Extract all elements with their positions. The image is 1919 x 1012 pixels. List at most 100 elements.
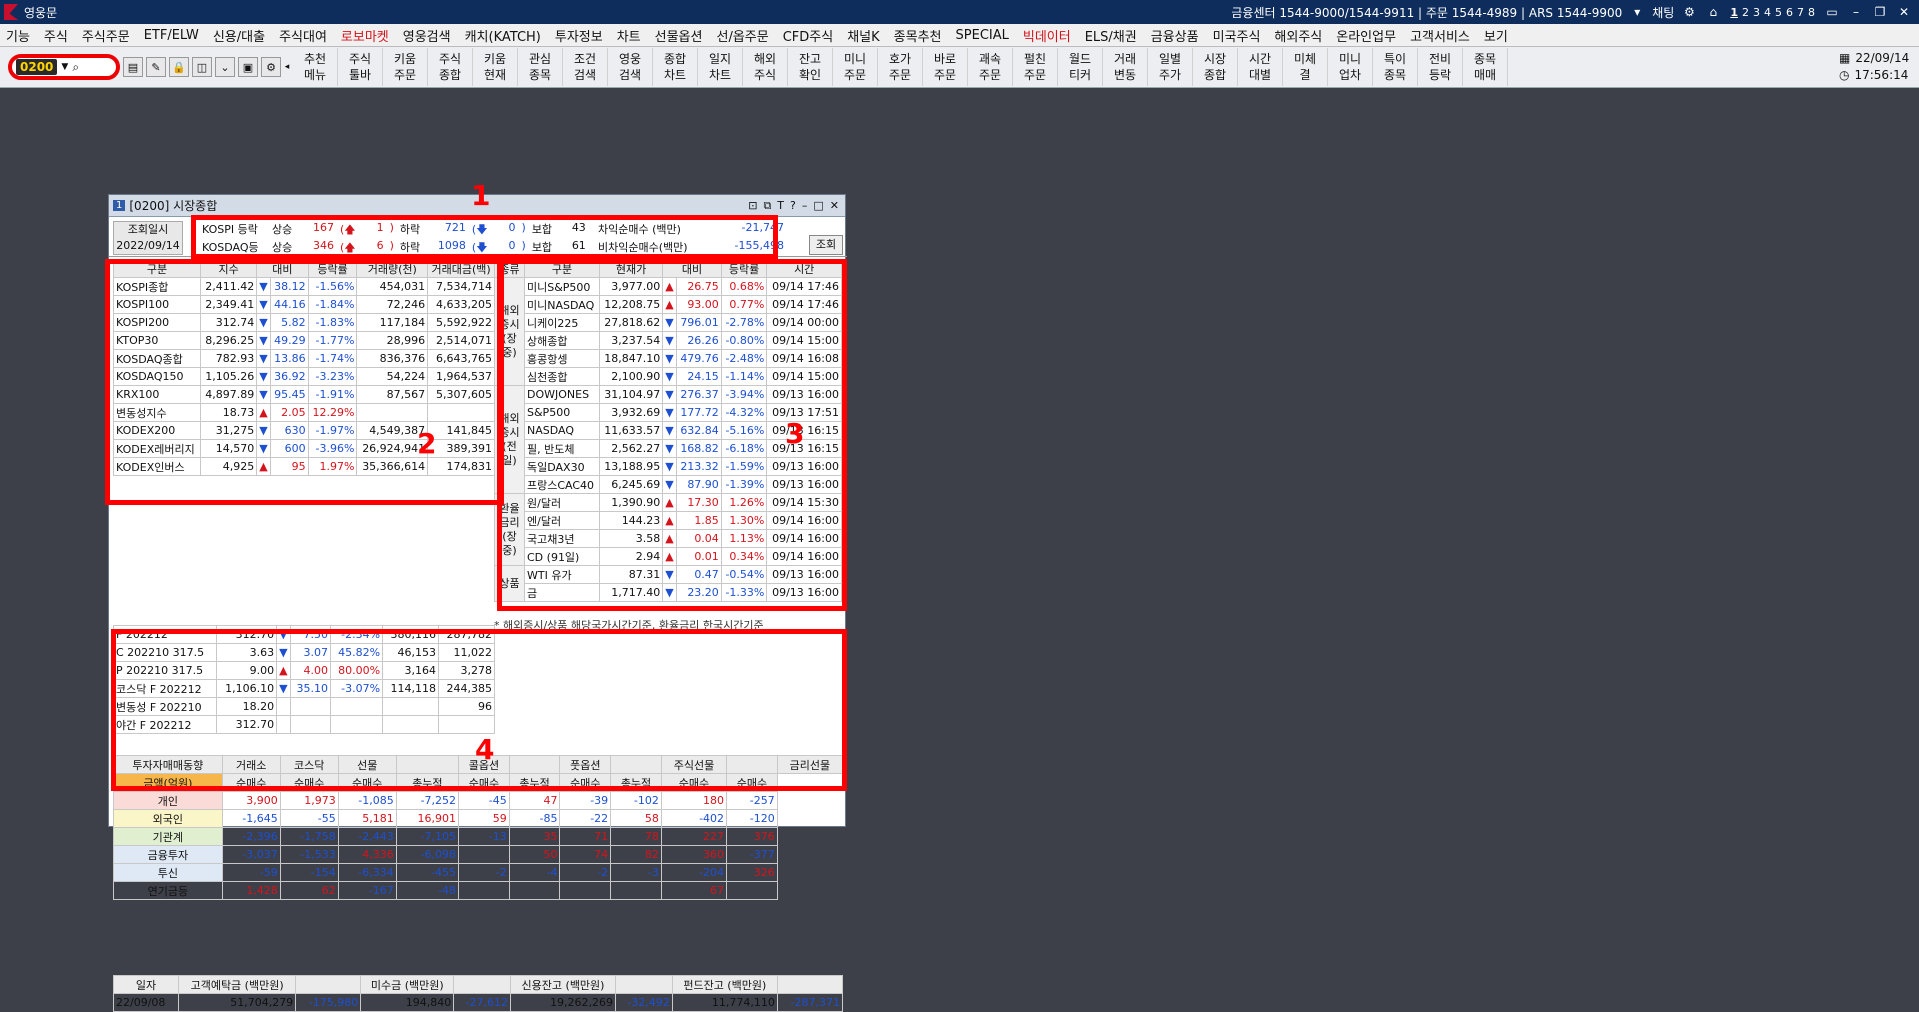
menu-item-16[interactable]: SPECIAL (956, 28, 1009, 43)
page-tab-2[interactable]: 2 (1742, 6, 1749, 19)
toolbar-button-10[interactable]: 해외 주식 (743, 48, 788, 86)
toolbar-button-0[interactable]: 추천 메뉴 (293, 48, 338, 86)
gear-icon[interactable]: ⚙ (261, 57, 281, 77)
menu-item-13[interactable]: CFD주식 (783, 26, 834, 45)
menu-item-0[interactable]: 기능 (6, 26, 30, 45)
layout-icon[interactable]: ◫ (192, 57, 212, 77)
menu-item-18[interactable]: ELS/채권 (1085, 26, 1137, 45)
table-row[interactable]: 22/09/08 51,704,279 -175,980 194,840 -27,612… (112, 993, 844, 1012)
toolbar-button-6[interactable]: 조건 검색 (563, 48, 608, 86)
dropdown-icon[interactable]: ⌄ (215, 57, 235, 77)
menu-item-24[interactable]: 보기 (1484, 26, 1508, 45)
toolbar-button-4[interactable]: 키움 현재 (473, 48, 518, 86)
table-row[interactable]: 개인 3,900 1,973 -1,085 -7,252 -45 47 -39 -102 180-… (113, 791, 843, 810)
toolbar-button-14[interactable]: 바로 주문 (923, 48, 968, 86)
page-tab-4[interactable]: 4 (1764, 6, 1771, 19)
screen-page-tabs[interactable]: 12345678 (1728, 6, 1817, 19)
menu-item-3[interactable]: ETF/ELW (144, 28, 199, 43)
table-row[interactable]: 연기금등 1,428 62 -167 -48 67 (113, 881, 843, 900)
link-icon[interactable]: ⊡ (748, 199, 757, 213)
menu-item-12[interactable]: 선/옵주문 (716, 26, 768, 45)
toolbar-button-9[interactable]: 일지 차트 (698, 48, 743, 86)
menu-item-4[interactable]: 신용/대출 (213, 26, 265, 45)
table-row[interactable]: 투신 -59 -154 -6,334 -455 -2 -4 -2 -3 -204 326 (113, 863, 843, 882)
toolbar-button-21[interactable]: 시간 대별 (1238, 48, 1283, 86)
window-minimize-icon[interactable]: – (802, 199, 808, 213)
menu-item-17[interactable]: 빅데이터 (1023, 26, 1071, 45)
menu-item-7[interactable]: 영웅검색 (403, 26, 451, 45)
menu-item-23[interactable]: 고객서비스 (1410, 26, 1470, 45)
menu-item-1[interactable]: 주식 (44, 26, 68, 45)
toolbar-button-17[interactable]: 월드 티커 (1058, 48, 1103, 86)
toolbar-button-23[interactable]: 미니 업차 (1328, 48, 1373, 86)
toolbar-button-1[interactable]: 주식 툴바 (338, 48, 383, 86)
contact-dropdown-icon[interactable]: ▾ (1628, 5, 1646, 19)
toolbar-button-11[interactable]: 잔고 확인 (788, 48, 833, 86)
menu-item-20[interactable]: 미국주식 (1213, 26, 1261, 45)
close-icon[interactable]: ✕ (1895, 5, 1913, 19)
page-tab-1[interactable]: 1 (1730, 6, 1738, 19)
label-line-1: 특이 (1383, 52, 1407, 66)
restore-icon[interactable]: ❐ (1871, 5, 1889, 19)
search-icon[interactable]: ⌕ (72, 60, 79, 75)
screen-icon[interactable]: ▣ (238, 57, 258, 77)
table-row[interactable]: 기관계 -2,396 -1,758 -2,443 -7,105 -13 35 71 78 227 3… (113, 827, 843, 846)
window-close-icon[interactable]: ✕ (830, 199, 839, 213)
table-row[interactable]: 외국인 -1,645 -55 5,181 16,901 59 -85 -22 58 -402 -12… (113, 809, 843, 828)
menu-item-14[interactable]: 채널K (847, 26, 879, 45)
copy-icon[interactable]: ⧉ (763, 199, 771, 213)
toolbar-button-3[interactable]: 주식 종합 (428, 48, 473, 86)
monitor-icon[interactable]: ▭ (1823, 5, 1841, 19)
lock-icon[interactable]: 🔒 (169, 57, 189, 77)
chat-button[interactable]: 채팅 (1652, 4, 1674, 21)
menu-item-22[interactable]: 온라인업무 (1336, 26, 1396, 45)
deposit-cell: -27,612 (453, 993, 511, 1012)
investor-cell[interactable]: 연기금등 (113, 881, 223, 900)
menu-item-21[interactable]: 해외주식 (1274, 26, 1322, 45)
help-icon[interactable]: ? (790, 199, 796, 213)
toolbar-button-2[interactable]: 키움 주문 (383, 48, 428, 86)
toolbar-button-18[interactable]: 거래 변동 (1103, 48, 1148, 86)
toolbar-button-15[interactable]: 괘속 주문 (968, 48, 1013, 86)
toolbar-button-13[interactable]: 호가 주문 (878, 48, 923, 86)
page-tab-3[interactable]: 3 (1753, 6, 1760, 19)
toolbar-button-7[interactable]: 영웅 검색 (608, 48, 653, 86)
menu-item-9[interactable]: 투자정보 (555, 26, 603, 45)
screen-code-box[interactable]: 0200 ▼ ⌕ (8, 54, 120, 80)
menu-item-10[interactable]: 차트 (617, 26, 641, 45)
menu-item-11[interactable]: 선물옵션 (655, 26, 703, 45)
toolbar-button-25[interactable]: 전비 등락 (1418, 48, 1463, 86)
toolbar-button-16[interactable]: 펄친 주문 (1013, 48, 1058, 86)
toolbar-button-8[interactable]: 종합 차트 (653, 48, 698, 86)
page-tab-6[interactable]: 6 (1786, 6, 1793, 19)
menu-item-2[interactable]: 주식주문 (82, 26, 130, 45)
toolbar-button-19[interactable]: 일별 주가 (1148, 48, 1193, 86)
search-button[interactable]: 조회 (809, 235, 843, 255)
font-icon[interactable]: T (777, 199, 784, 213)
menu-item-6[interactable]: 로보마켓 (341, 26, 389, 45)
scroll-left-icon[interactable]: ◂ (281, 62, 293, 72)
toolbar-button-22[interactable]: 미체 결 (1283, 48, 1328, 86)
menu-item-19[interactable]: 금융상품 (1151, 26, 1199, 45)
window-maximize-icon[interactable]: □ (813, 199, 823, 213)
minimize-icon[interactable]: – (1847, 5, 1865, 19)
toolbar-button-5[interactable]: 관심 종목 (518, 48, 563, 86)
home-icon[interactable]: ⌂ (1704, 5, 1722, 19)
toolbar-button-12[interactable]: 미니 주문 (833, 48, 878, 86)
screen-code-input[interactable]: 0200 (16, 59, 58, 75)
toolbar-button-20[interactable]: 시장 종합 (1193, 48, 1238, 86)
code-dropdown-icon[interactable]: ▼ (61, 62, 68, 72)
toolbar-button-26[interactable]: 종목 매매 (1463, 48, 1508, 86)
menu-item-5[interactable]: 주식대여 (279, 26, 327, 45)
menu-item-15[interactable]: 종목추천 (894, 26, 942, 45)
toolbar-button-24[interactable]: 특이 종목 (1373, 48, 1418, 86)
pen-icon[interactable]: ✎ (146, 57, 166, 77)
market-summary-window[interactable]: 1 [0200] 시장종합 ⊡ ⧉ T ? – □ ✕ 조회일시 2022/09… (105, 179, 847, 1012)
menu-item-8[interactable]: 캐치(KATCH) (465, 26, 541, 45)
folder-icon[interactable]: ▤ (123, 57, 143, 77)
table-row[interactable]: 금융투자 -3,037 -1,533 4,336 -6,098 50 74 82 360 -377 (113, 845, 843, 864)
page-tab-5[interactable]: 5 (1775, 6, 1782, 19)
page-tab-8[interactable]: 8 (1808, 6, 1815, 19)
page-tab-7[interactable]: 7 (1797, 6, 1804, 19)
settings-icon[interactable]: ⚙ (1680, 5, 1698, 19)
